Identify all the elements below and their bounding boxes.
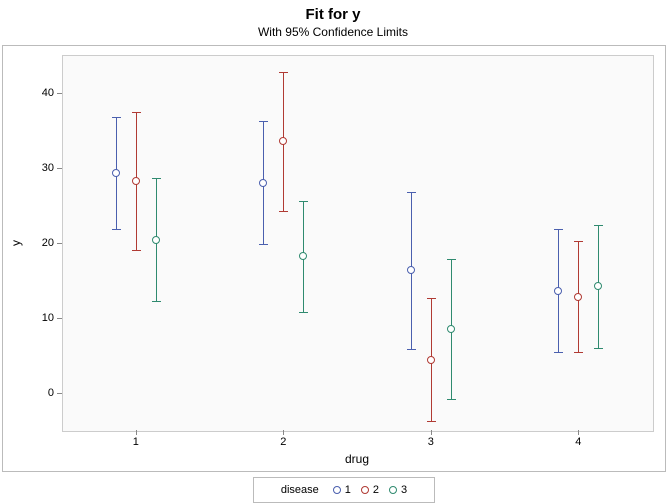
legend-label: 3 xyxy=(401,484,407,496)
data-point-marker xyxy=(594,282,602,290)
error-cap xyxy=(259,121,268,122)
legend-marker-icon xyxy=(389,486,397,494)
error-cap xyxy=(152,178,161,179)
error-cap xyxy=(407,349,416,350)
data-point-marker xyxy=(574,293,582,301)
error-cap xyxy=(447,399,456,400)
error-cap xyxy=(299,312,308,313)
data-point-marker xyxy=(447,325,455,333)
y-tick-label: 10 xyxy=(24,312,54,324)
error-cap xyxy=(299,201,308,202)
error-cap xyxy=(112,229,121,230)
legend-title: disease xyxy=(281,484,319,496)
legend-item: 3 xyxy=(389,484,407,496)
x-tick-mark xyxy=(136,430,137,435)
y-tick-label: 40 xyxy=(24,87,54,99)
data-point-marker xyxy=(152,236,160,244)
y-tick-mark xyxy=(57,168,62,169)
y-tick-mark xyxy=(57,243,62,244)
legend: disease 1 2 3 xyxy=(253,477,435,503)
x-tick-label: 3 xyxy=(428,436,434,448)
y-tick-label: 20 xyxy=(24,237,54,249)
error-cap xyxy=(279,211,288,212)
legend-label: 2 xyxy=(373,484,379,496)
error-cap xyxy=(132,250,141,251)
error-cap xyxy=(574,352,583,353)
data-point-marker xyxy=(279,137,287,145)
chart-container: Fit for y With 95% Confidence Limits y d… xyxy=(0,0,666,500)
y-axis-label: y xyxy=(9,240,23,246)
error-cap xyxy=(574,241,583,242)
error-cap xyxy=(279,72,288,73)
x-tick-mark xyxy=(431,430,432,435)
data-point-marker xyxy=(427,356,435,364)
y-tick-mark xyxy=(57,393,62,394)
data-point-marker xyxy=(259,179,267,187)
x-tick-mark xyxy=(283,430,284,435)
error-cap xyxy=(407,192,416,193)
y-tick-label: 0 xyxy=(24,387,54,399)
legend-item: 2 xyxy=(361,484,379,496)
error-cap xyxy=(427,298,436,299)
error-cap xyxy=(427,421,436,422)
plot-area xyxy=(62,55,654,432)
y-tick-mark xyxy=(57,318,62,319)
error-cap xyxy=(152,301,161,302)
legend-marker-icon xyxy=(333,486,341,494)
legend-label: 1 xyxy=(345,484,351,496)
x-axis-label: drug xyxy=(345,452,369,466)
error-cap xyxy=(132,112,141,113)
data-point-marker xyxy=(299,252,307,260)
data-point-marker xyxy=(554,287,562,295)
error-cap xyxy=(447,259,456,260)
error-cap xyxy=(554,229,563,230)
chart-titles: Fit for y With 95% Confidence Limits xyxy=(0,6,666,39)
error-cap xyxy=(594,225,603,226)
chart-subtitle: With 95% Confidence Limits xyxy=(0,25,666,39)
chart-title: Fit for y xyxy=(0,6,666,23)
y-tick-mark xyxy=(57,93,62,94)
legend-marker-icon xyxy=(361,486,369,494)
data-point-marker xyxy=(407,266,415,274)
y-tick-label: 30 xyxy=(24,162,54,174)
x-tick-label: 4 xyxy=(575,436,581,448)
data-point-marker xyxy=(132,177,140,185)
data-point-marker xyxy=(112,169,120,177)
x-tick-label: 1 xyxy=(133,436,139,448)
legend-item: 1 xyxy=(333,484,351,496)
error-cap xyxy=(259,244,268,245)
x-tick-mark xyxy=(578,430,579,435)
error-cap xyxy=(554,352,563,353)
error-cap xyxy=(594,348,603,349)
x-tick-label: 2 xyxy=(280,436,286,448)
error-cap xyxy=(112,117,121,118)
